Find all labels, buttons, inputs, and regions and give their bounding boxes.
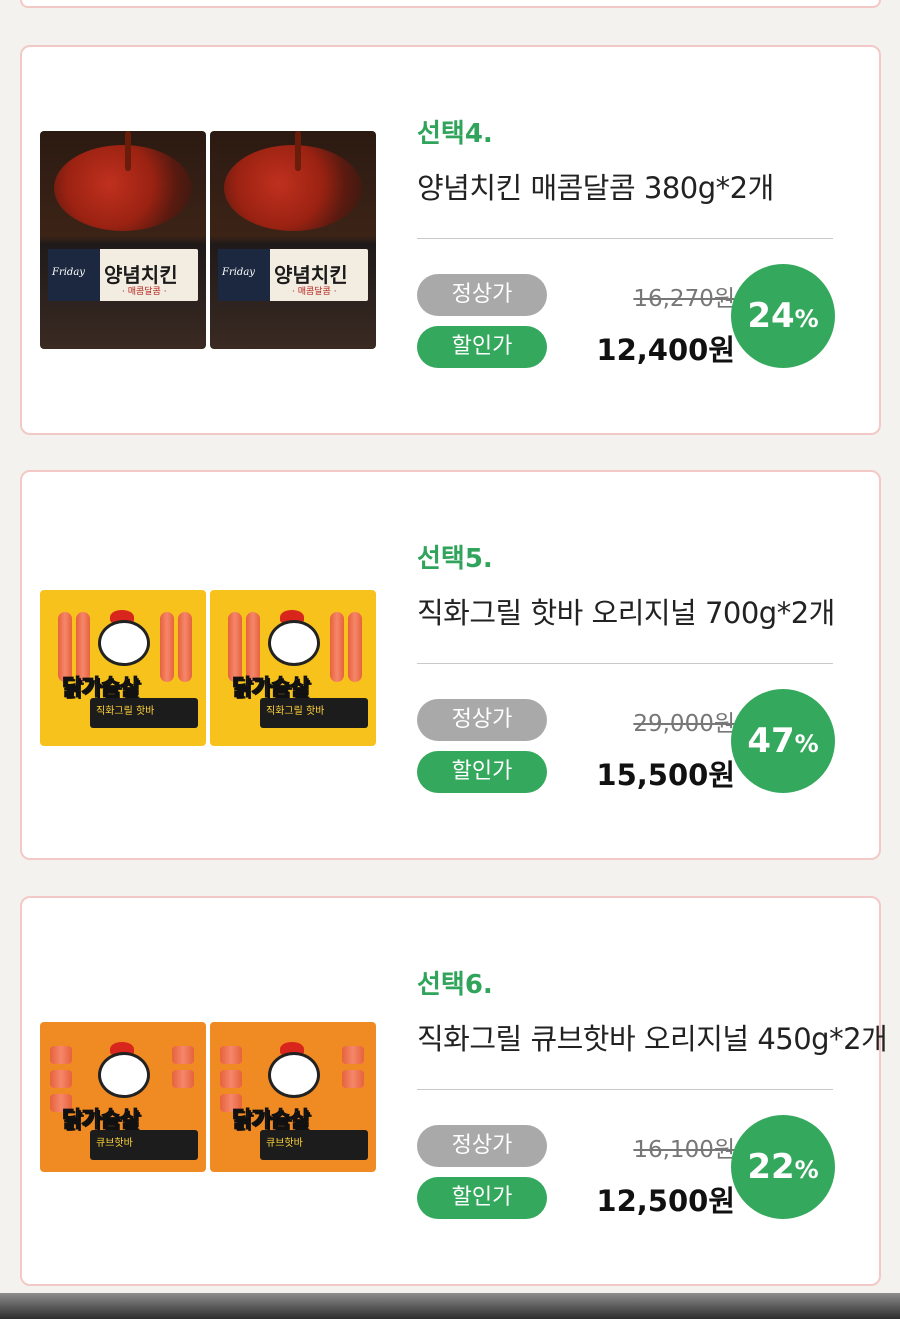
sausage-graphic — [172, 1070, 194, 1088]
discount-unit: % — [794, 730, 819, 758]
rooster-mascot — [268, 620, 320, 666]
product-name: 직화그릴 핫바 오리지널 700g*2개 — [417, 596, 835, 630]
rooster-mascot — [98, 620, 150, 666]
regular-price-label: 정상가 — [417, 699, 547, 741]
sale-price: 12,500원 — [596, 1184, 735, 1218]
discount-number: 22 — [747, 1147, 795, 1187]
discount-badge: 24% — [731, 264, 835, 368]
brand-text: Friday — [52, 267, 85, 278]
product-info: 선택4. 양념치킨 매콤달콤 380g*2개 정상가 할인가 16,270원 1… — [417, 47, 867, 433]
discount-badge: 47% — [731, 689, 835, 793]
product-image: 닭가슴살 직화그릴 핫바 닭가슴살 직화그릴 핫바 — [40, 556, 376, 774]
chicken-bowl-graphic — [224, 145, 362, 231]
product-info: 선택5. 직화그릴 핫바 오리지널 700g*2개 정상가 할인가 29,000… — [417, 472, 867, 858]
product-image: Friday 양념치킨 · 매콤달콤 · Friday 양념치킨 · 매콤달콤 … — [40, 131, 376, 349]
sausage-graphic — [342, 1070, 364, 1088]
product-image: 닭가슴살 큐브핫바 닭가슴살 큐브핫바 — [40, 982, 376, 1200]
brand-text: Friday — [222, 267, 255, 278]
bottom-navigation-bar — [0, 1293, 900, 1319]
discount-number: 47 — [747, 721, 795, 761]
package-subtitle: 큐브핫바 — [96, 1138, 133, 1149]
sausage-graphic — [220, 1046, 242, 1064]
product-card[interactable]: 닭가슴살 직화그릴 핫바 닭가슴살 직화그릴 핫바 선택5. 직화그릴 핫바 오… — [20, 470, 881, 860]
discount-unit: % — [794, 1156, 819, 1184]
discount-number: 24 — [747, 296, 795, 336]
sale-price-label: 할인가 — [417, 751, 547, 793]
sausage-graphic — [348, 612, 362, 682]
rooster-mascot — [98, 1052, 150, 1098]
sausage-graphic — [178, 612, 192, 682]
package-subtitle: · 매콤달콤 · — [292, 287, 337, 297]
sauce-drizzle-graphic — [125, 131, 131, 171]
product-package: 닭가슴살 큐브핫바 — [210, 1022, 376, 1172]
option-label: 선택5. — [417, 544, 493, 574]
chicken-bowl-graphic — [54, 145, 192, 231]
sausage-graphic — [220, 1070, 242, 1088]
regular-price-label: 정상가 — [417, 1125, 547, 1167]
regular-price: 16,270원 — [633, 286, 735, 312]
product-package: 닭가슴살 직화그릴 핫바 — [40, 590, 206, 746]
regular-price-label: 정상가 — [417, 274, 547, 316]
product-package: 닭가슴살 큐브핫바 — [40, 1022, 206, 1172]
product-card[interactable]: Friday 양념치킨 · 매콤달콤 · Friday 양념치킨 · 매콤달콤 … — [20, 45, 881, 435]
sale-price: 15,500원 — [596, 758, 735, 792]
product-name: 직화그릴 큐브핫바 오리지널 450g*2개 — [417, 1022, 888, 1056]
package-subtitle: 큐브핫바 — [266, 1138, 303, 1149]
rooster-mascot — [268, 1052, 320, 1098]
option-label: 선택4. — [417, 119, 493, 149]
sausage-graphic — [330, 612, 344, 682]
sale-price: 12,400원 — [596, 333, 735, 367]
product-info: 선택6. 직화그릴 큐브핫바 오리지널 450g*2개 정상가 할인가 16,1… — [417, 898, 888, 1284]
discount-unit: % — [794, 305, 819, 333]
sausage-graphic — [160, 612, 174, 682]
package-subtitle: 직화그릴 핫바 — [96, 706, 155, 717]
sauce-drizzle-graphic — [295, 131, 301, 171]
discount-badge: 22% — [731, 1115, 835, 1219]
product-package: Friday 양념치킨 · 매콤달콤 · — [210, 131, 376, 349]
divider — [417, 663, 833, 664]
sausage-graphic — [50, 1070, 72, 1088]
divider — [417, 238, 833, 239]
previous-card-edge — [20, 0, 881, 8]
product-package: Friday 양념치킨 · 매콤달콤 · — [40, 131, 206, 349]
sale-price-label: 할인가 — [417, 1177, 547, 1219]
product-package: 닭가슴살 직화그릴 핫바 — [210, 590, 376, 746]
sausage-graphic — [342, 1046, 364, 1064]
sale-price-label: 할인가 — [417, 326, 547, 368]
option-label: 선택6. — [417, 970, 493, 1000]
package-subtitle: 직화그릴 핫바 — [266, 706, 325, 717]
regular-price: 29,000원 — [633, 711, 735, 737]
product-card[interactable]: 닭가슴살 큐브핫바 닭가슴살 큐브핫바 선택6. 직화그릴 큐브핫바 오리지널 … — [20, 896, 888, 1286]
product-name: 양념치킨 매콤달콤 380g*2개 — [417, 171, 774, 205]
sausage-graphic — [50, 1046, 72, 1064]
sausage-graphic — [172, 1046, 194, 1064]
package-subtitle: · 매콤달콤 · — [122, 287, 167, 297]
product-list-page: Friday 양념치킨 · 매콤달콤 · Friday 양념치킨 · 매콤달콤 … — [0, 0, 900, 1319]
regular-price: 16,100원 — [633, 1137, 735, 1163]
divider — [417, 1089, 833, 1090]
